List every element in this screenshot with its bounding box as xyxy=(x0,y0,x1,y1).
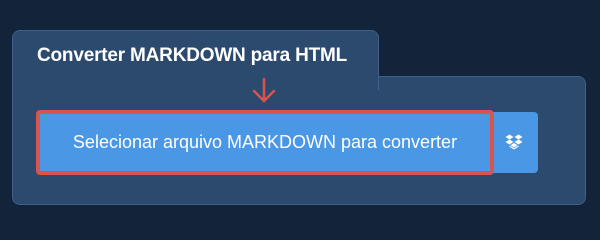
dropbox-button[interactable] xyxy=(490,112,538,173)
converter-tab: Converter MARKDOWN para HTML xyxy=(12,30,379,90)
converter-title: Converter MARKDOWN para HTML xyxy=(37,45,348,66)
converter-stage: Converter MARKDOWN para HTML Selecionar … xyxy=(0,0,600,230)
down-arrow-annotation-icon xyxy=(252,78,276,103)
select-file-button[interactable]: Selecionar arquivo MARKDOWN para convert… xyxy=(36,110,494,175)
tab-panel-join xyxy=(13,74,378,78)
dropbox-icon xyxy=(505,134,523,150)
select-file-button-label: Selecionar arquivo MARKDOWN para convert… xyxy=(72,132,458,152)
